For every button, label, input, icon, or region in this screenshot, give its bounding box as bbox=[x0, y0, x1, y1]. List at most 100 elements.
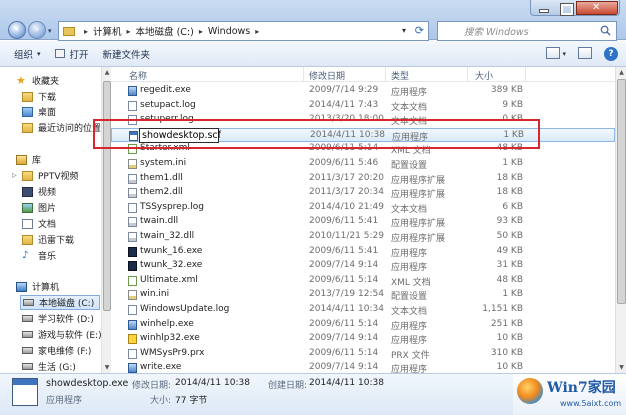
nav-label: 游戏与软件 (E:) bbox=[38, 331, 102, 341]
file-row[interactable]: twain.dll 2009/6/11 5:41 应用程序扩展 93 KB bbox=[111, 215, 615, 229]
nav-recent-places[interactable]: 最近访问的位置 bbox=[22, 120, 101, 135]
file-row[interactable]: win.ini 2013/7/19 12:54 配置设置 1 KB bbox=[111, 288, 615, 302]
file-row[interactable]: setupact.log 2014/4/11 7:43 文本文档 9 KB bbox=[111, 99, 615, 113]
breadcrumb-chevron-icon[interactable]: ▸ bbox=[84, 27, 88, 36]
nav-thunder-downloads[interactable]: 迅雷下载 bbox=[22, 232, 74, 247]
expand-arrow-icon[interactable]: ▷ bbox=[12, 172, 17, 179]
file-row[interactable]: twain_32.dll 2010/11/21 5:29 应用程序扩展 50 KB bbox=[111, 230, 615, 244]
nav-computer[interactable]: 计算机 bbox=[16, 279, 59, 294]
file-date: 2014/4/10 21:49 bbox=[309, 201, 384, 212]
file-date: 2013/7/19 12:54 bbox=[309, 289, 384, 300]
windows-orb-icon bbox=[517, 378, 543, 404]
scrollbar-thumb[interactable] bbox=[617, 79, 626, 304]
organize-label: 组织 bbox=[14, 49, 34, 61]
scrollbar-thumb[interactable] bbox=[103, 81, 111, 311]
computer-icon bbox=[16, 281, 27, 292]
column-size-header[interactable]: 大小 bbox=[475, 69, 493, 82]
file-size: 251 KB bbox=[490, 318, 523, 329]
file-row[interactable]: them2.dll 2011/3/17 20:34 应用程序扩展 18 KB bbox=[111, 186, 615, 200]
file-list-scrollbar[interactable]: ▲ ▼ bbox=[615, 67, 626, 373]
nav-favorites[interactable]: ★ 收藏夹 bbox=[16, 73, 59, 88]
file-type: 文本文档 bbox=[391, 204, 428, 215]
file-row[interactable]: regedit.exe 2009/7/14 9:29 应用程序 389 KB bbox=[111, 84, 615, 98]
breadcrumb-chevron-icon[interactable]: ▸ bbox=[127, 27, 131, 36]
file-row[interactable]: setuperr.log 2013/3/20 18:00 文本文档 0 KB bbox=[111, 113, 615, 127]
view-options-chevron-icon[interactable]: ▾ bbox=[562, 50, 566, 61]
open-icon bbox=[54, 49, 65, 58]
back-button[interactable]: ‹ bbox=[8, 21, 26, 39]
nav-drive-d[interactable]: 学习软件 (D:) bbox=[22, 311, 94, 326]
file-name: twunk_32.exe bbox=[140, 260, 203, 271]
file-row[interactable]: twunk_32.exe 2009/7/14 9:14 应用程序 31 KB bbox=[111, 259, 615, 273]
file-size: 50 KB bbox=[496, 231, 523, 241]
file-row[interactable]: WMSysPr9.prx 2009/6/11 5:14 PRX 文件 310 KB bbox=[111, 347, 615, 361]
breadcrumb-chevron-icon[interactable]: ▸ bbox=[199, 27, 203, 36]
scroll-up-icon[interactable]: ▲ bbox=[103, 69, 111, 76]
breadcrumb-windows[interactable]: Windows bbox=[208, 26, 250, 37]
file-name: win.ini bbox=[140, 289, 170, 300]
scroll-down-icon[interactable]: ▼ bbox=[617, 364, 626, 371]
ini-file-icon bbox=[128, 290, 137, 301]
nav-music[interactable]: ♪ 音乐 bbox=[22, 248, 56, 263]
file-date: 2009/7/14 9:29 bbox=[309, 85, 379, 95]
forward-button[interactable]: › bbox=[28, 21, 46, 39]
nav-drive-f[interactable]: 家电维修 (F:) bbox=[22, 343, 91, 358]
new-folder-button[interactable]: 新建文件夹 bbox=[103, 47, 151, 61]
maximize-button[interactable] bbox=[554, 1, 576, 16]
file-size: 1 KB bbox=[502, 289, 523, 300]
organize-menu[interactable]: 组织 ▾ bbox=[14, 47, 41, 61]
nav-drive-e[interactable]: 游戏与软件 (E:) bbox=[22, 327, 102, 342]
file-size: 49 KB bbox=[496, 245, 523, 256]
help-icon[interactable]: ? bbox=[604, 47, 618, 61]
file-row[interactable]: showdesktop.scf 2014/4/11 10:38 应用程序 1 KB bbox=[111, 127, 615, 143]
nav-documents[interactable]: 文档 bbox=[22, 216, 56, 231]
breadcrumb-chevron-icon[interactable]: ▸ bbox=[255, 27, 259, 36]
nav-label: 最近访问的位置 bbox=[38, 124, 102, 134]
file-row[interactable]: winhlp32.exe 2009/7/14 9:14 应用程序 10 KB bbox=[111, 332, 615, 346]
file-row[interactable]: Starter.xml 2009/6/11 5:14 XML 文档 48 KB bbox=[111, 142, 615, 156]
nav-desktop[interactable]: 桌面 bbox=[22, 104, 56, 119]
change-view-icon[interactable] bbox=[546, 47, 561, 59]
file-row[interactable]: twunk_16.exe 2009/6/11 5:41 应用程序 49 KB bbox=[111, 245, 615, 259]
file-date: 2009/6/11 5:14 bbox=[309, 318, 379, 329]
breadcrumb-computer[interactable]: 计算机 bbox=[93, 24, 122, 38]
preview-pane-icon[interactable] bbox=[578, 47, 592, 59]
close-button[interactable] bbox=[576, 1, 618, 15]
address-dropdown-icon[interactable]: ▾ bbox=[402, 26, 406, 35]
file-name: Starter.xml bbox=[140, 143, 190, 154]
scroll-up-icon[interactable]: ▲ bbox=[617, 69, 626, 76]
open-button[interactable]: 打开 bbox=[54, 47, 89, 61]
nav-pictures[interactable]: 图片 bbox=[22, 200, 56, 215]
column-type-header[interactable]: 类型 bbox=[391, 69, 409, 82]
nav-videos[interactable]: 视频 bbox=[22, 184, 56, 199]
file-type: 文本文档 bbox=[391, 117, 428, 128]
column-name-header[interactable]: 名称 bbox=[129, 69, 147, 82]
recent-pages-dropdown[interactable]: ▾ bbox=[48, 27, 56, 35]
nav-pptv[interactable]: ▷ PPTV视频 bbox=[12, 168, 79, 183]
column-date-header[interactable]: 修改日期 bbox=[309, 69, 345, 82]
search-icon[interactable] bbox=[600, 25, 611, 36]
file-row[interactable]: system.ini 2009/6/11 5:46 配置设置 1 KB bbox=[111, 157, 615, 171]
file-row[interactable]: them1.dll 2011/3/17 20:20 应用程序扩展 18 KB bbox=[111, 172, 615, 186]
address-bar[interactable]: ▸ 计算机 ▸ 本地磁盘 (C:) ▸ Windows ▸ ▾ ⟳ bbox=[58, 21, 429, 41]
file-row[interactable]: winhelp.exe 2009/6/11 5:14 应用程序 251 KB bbox=[111, 318, 615, 332]
nav-libraries[interactable]: 库 bbox=[16, 152, 41, 167]
search-input[interactable]: 搜索 Windows bbox=[437, 21, 617, 41]
file-date: 2009/6/11 5:46 bbox=[309, 158, 379, 168]
rename-input[interactable]: showdesktop.scf bbox=[139, 127, 221, 143]
nav-label: PPTV视频 bbox=[38, 172, 79, 182]
file-type: 应用程序扩展 bbox=[391, 234, 446, 244]
minimize-button[interactable] bbox=[532, 1, 554, 15]
file-row[interactable]: Ultimate.xml 2009/6/11 5:14 XML 文档 48 KB bbox=[111, 274, 615, 288]
scroll-down-icon[interactable]: ▼ bbox=[103, 364, 111, 371]
breadcrumb-drive-c[interactable]: 本地磁盘 (C:) bbox=[136, 24, 194, 38]
refresh-icon[interactable]: ⟳ bbox=[415, 24, 424, 37]
file-row[interactable]: TSSysprep.log 2014/4/10 21:49 文本文档 6 KB bbox=[111, 201, 615, 215]
nav-drive-c[interactable]: 本地磁盘 (C:) bbox=[20, 295, 100, 310]
file-row[interactable]: WindowsUpdate.log 2014/4/11 10:34 文本文档 1,15… bbox=[111, 303, 615, 317]
file-type: 应用程序扩展 bbox=[391, 219, 446, 230]
navigation-scrollbar[interactable]: ▲ ▼ bbox=[101, 67, 111, 373]
file-date: 2014/4/11 10:38 bbox=[310, 129, 385, 140]
nav-drive-g[interactable]: 生活 (G:) bbox=[22, 359, 76, 374]
nav-downloads[interactable]: 下载 bbox=[22, 89, 56, 104]
